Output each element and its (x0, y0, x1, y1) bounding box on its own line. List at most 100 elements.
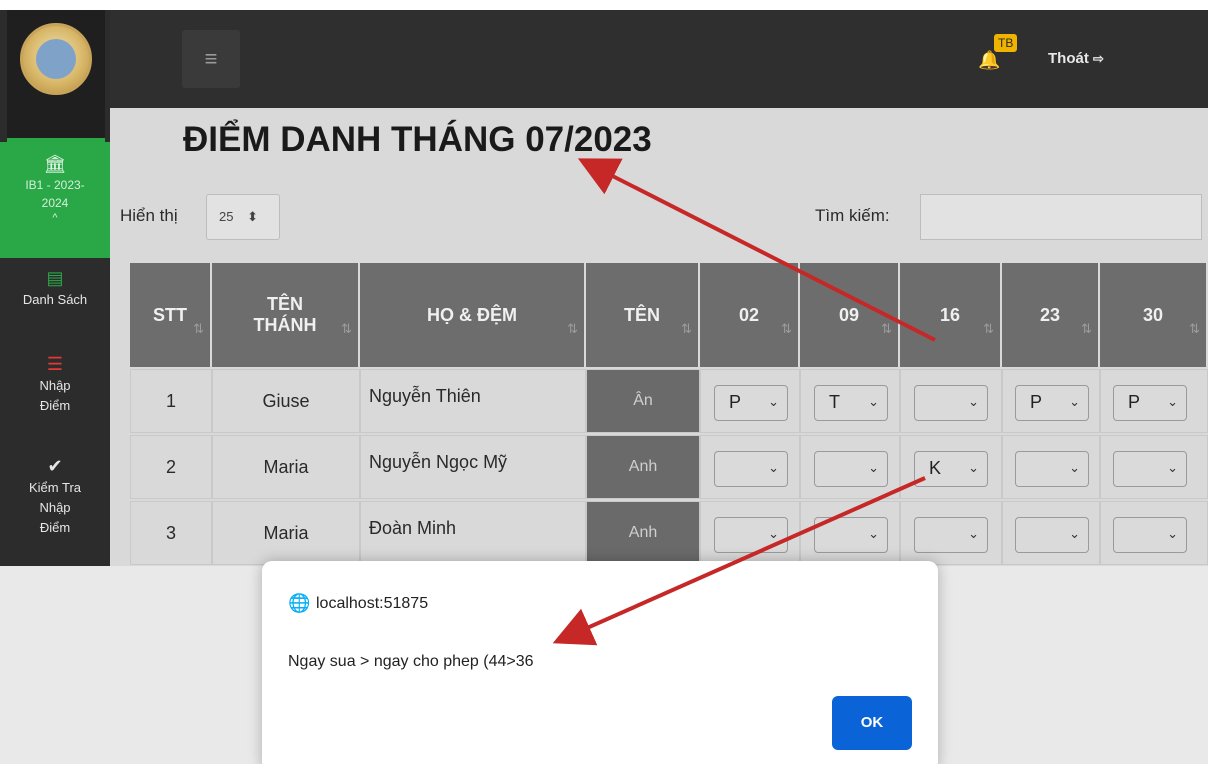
chevron-down-icon: ⌄ (768, 460, 779, 475)
sign-out-icon: ⇨ (1093, 51, 1104, 66)
logo-area (7, 10, 105, 138)
logo-icon (20, 23, 92, 95)
chevron-down-icon: ⌄ (968, 526, 979, 541)
ok-button[interactable]: OK (832, 696, 912, 750)
column-header-stt[interactable]: STT ⇅ (130, 263, 212, 367)
attendance-select[interactable]: ⌄ (1113, 517, 1187, 553)
list-icon: ▤ (46, 268, 64, 288)
cell-ten: Anh (586, 501, 700, 565)
dialog-message: Ngay sua > ngay cho phep (44>36 (288, 653, 534, 670)
search-label: Tìm kiếm: (815, 206, 890, 225)
sort-arrows-icon: ⬍ (247, 209, 258, 224)
table-row: 2 Maria Nguyễn Ngọc Mỹ Anh ⌄ ⌄ K ⌄ ⌄ ⌄ (130, 435, 1208, 501)
chevron-down-icon: ⌄ (968, 460, 979, 475)
cell-ho-dem: Nguyễn Thiên (360, 369, 586, 433)
attendance-select[interactable]: K ⌄ (914, 451, 988, 487)
chevron-down-icon: ⌄ (968, 394, 979, 409)
attendance-select[interactable]: ⌄ (814, 451, 888, 487)
attendance-select[interactable]: ⌄ (1015, 451, 1089, 487)
page-size-value: 25 (219, 209, 234, 224)
attendance-select[interactable]: ⌄ (714, 517, 788, 553)
bank-icon: 🏛 (43, 154, 67, 174)
attendance-select[interactable]: ⌄ (714, 451, 788, 487)
sidebar-item-label: Danh Sách (22, 292, 88, 307)
chevron-down-icon: ⌄ (768, 394, 779, 409)
alert-dialog: 🌐 localhost:51875 Ngay sua > ngay cho ph… (262, 561, 938, 764)
sort-icon: ⇅ (341, 321, 352, 336)
column-header-day-02[interactable]: 02 ⇅ (700, 263, 800, 367)
page-size-label: Hiển thị (120, 206, 178, 225)
sort-icon: ⇅ (983, 321, 994, 336)
chevron-down-icon: ⌄ (1069, 460, 1080, 475)
cell-ten-thanh: Maria (212, 501, 360, 565)
attendance-select[interactable]: P ⌄ (1015, 385, 1089, 421)
sidebar-item-label: Kiểm Tra Nhập Điểm (28, 480, 81, 535)
attendance-select[interactable]: ⌄ (914, 385, 988, 421)
bell-icon[interactable]: 🔔 (978, 50, 1000, 71)
cell-ten: Ân (586, 369, 700, 433)
cell-ten: Anh (586, 435, 700, 499)
sort-icon: ⇅ (1189, 321, 1200, 336)
cell-stt: 2 (130, 435, 212, 499)
sort-icon: ⇅ (681, 321, 692, 336)
chevron-down-icon: ⌄ (868, 526, 879, 541)
menu-toggle-button[interactable]: ≡ (182, 30, 240, 88)
table-header: STT ⇅ TÊN THÁNH ⇅ HỌ & ĐỆM ⇅ TÊN ⇅ 02 ⇅ 09 ⇅ 1… (130, 263, 1208, 367)
chevron-down-icon: ⌄ (768, 526, 779, 541)
attendance-select[interactable]: ⌄ (1113, 451, 1187, 487)
chevron-down-icon: ⌄ (868, 394, 879, 409)
attendance-select[interactable]: P ⌄ (1113, 385, 1187, 421)
sort-icon: ⇅ (881, 321, 892, 336)
page-title: ĐIỂM DANH THÁNG 07/2023 (183, 120, 652, 159)
attendance-select[interactable]: ⌄ (1015, 517, 1089, 553)
sidebar-item-nhap-diem[interactable]: ☰ Nhập Điểm (0, 354, 110, 416)
chevron-down-icon: ⌄ (1167, 526, 1178, 541)
column-header-ho-dem[interactable]: HỌ & ĐỆM ⇅ (360, 263, 586, 367)
sort-icon: ⇅ (1081, 321, 1092, 336)
logout-label: Thoát (1048, 50, 1089, 67)
dialog-origin: localhost:51875 (316, 595, 429, 612)
globe-icon: 🌐 (288, 593, 311, 613)
bars-icon: ☰ (46, 354, 64, 374)
cell-stt: 1 (130, 369, 212, 433)
chevron-up-icon: ^ (52, 212, 58, 224)
attendance-select[interactable]: T ⌄ (814, 385, 888, 421)
chevron-down-icon: ⌄ (868, 460, 879, 475)
sidebar-item-danh-sach[interactable]: ▤ Danh Sách (0, 268, 110, 310)
chevron-down-icon: ⌄ (1167, 394, 1178, 409)
sidebar-item-term[interactable]: 🏛 IB1 - 2023-2024 ^ (0, 142, 110, 258)
column-header-day-30[interactable]: 30 ⇅ (1100, 263, 1208, 367)
top-navbar: ≡ 🔔 TB Thoát ⇨ (110, 10, 1208, 108)
cell-ten-thanh: Giuse (212, 369, 360, 433)
chevron-down-icon: ⌄ (1167, 460, 1178, 475)
page-size-select[interactable]: 25 ⬍ (206, 194, 280, 240)
chevron-down-icon: ⌄ (1069, 526, 1080, 541)
cell-ten-thanh: Maria (212, 435, 360, 499)
column-header-day-16[interactable]: 16 ⇅ (900, 263, 1002, 367)
search-input[interactable] (920, 194, 1202, 240)
sidebar-item-term-label: IB1 - 2023-2024 (25, 178, 85, 210)
logout-link[interactable]: Thoát ⇨ (1048, 50, 1104, 67)
sort-icon: ⇅ (781, 321, 792, 336)
sidebar: 🏛 IB1 - 2023-2024 ^ ▤ Danh Sách ☰ Nhập Đ… (0, 10, 110, 566)
column-header-day-09[interactable]: 09 ⇅ (800, 263, 900, 367)
attendance-select[interactable]: ⌄ (914, 517, 988, 553)
column-header-day-23[interactable]: 23 ⇅ (1002, 263, 1100, 367)
sort-icon: ⇅ (567, 321, 578, 336)
sidebar-item-label: Nhập Điểm (39, 378, 71, 413)
sidebar-item-kiem-tra[interactable]: ✔ Kiểm Tra Nhập Điểm (0, 456, 110, 538)
notification-badge: TB (994, 34, 1018, 52)
cell-ho-dem: Đoàn Minh (360, 501, 586, 565)
table-row: 3 Maria Đoàn Minh Anh ⌄ ⌄ ⌄ ⌄ ⌄ (130, 501, 1208, 567)
cell-stt: 3 (130, 501, 212, 565)
chevron-down-icon: ⌄ (1069, 394, 1080, 409)
main-content: ĐIỂM DANH THÁNG 07/2023 Hiển thị 25 ⬍ Tì… (110, 108, 1208, 566)
attendance-select[interactable]: P ⌄ (714, 385, 788, 421)
sort-icon: ⇅ (193, 321, 204, 336)
column-header-ten[interactable]: TÊN ⇅ (586, 263, 700, 367)
table-row: 1 Giuse Nguyễn Thiên Ân P ⌄ T ⌄ ⌄ P ⌄ P ⌄ (130, 369, 1208, 435)
attendance-select[interactable]: ⌄ (814, 517, 888, 553)
column-header-ten-thanh[interactable]: TÊN THÁNH ⇅ (212, 263, 360, 367)
check-icon: ✔ (47, 456, 63, 476)
cell-ho-dem: Nguyễn Ngọc Mỹ (360, 435, 586, 499)
